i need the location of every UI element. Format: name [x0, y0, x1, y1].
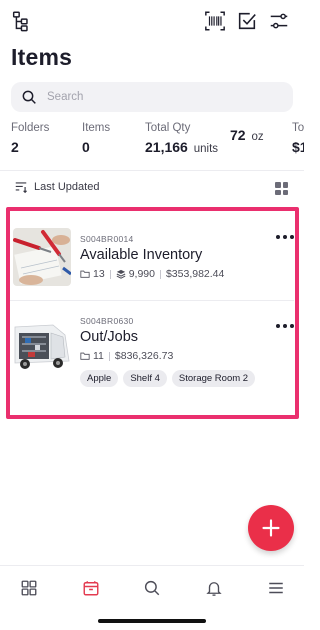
filter-sliders-icon[interactable] [267, 9, 291, 33]
item-folder-count: 13 [93, 268, 105, 280]
stat-label: To [292, 122, 304, 134]
item-value: $353,982.44 [165, 268, 225, 280]
tag-chip[interactable]: Storage Room 2 [171, 370, 256, 387]
page-title: Items [11, 44, 73, 70]
item-thumbnail [13, 228, 71, 286]
top-bar [0, 0, 304, 40]
tag-chip[interactable]: Shelf 4 [123, 370, 167, 387]
stat-folders: Folders 2 [11, 122, 49, 155]
folder-icon [80, 352, 90, 360]
items-icon[interactable] [81, 578, 101, 598]
stat-unit: oz [251, 131, 264, 143]
stat-value: 72 oz [230, 127, 264, 143]
item-quantity: 9,990 [128, 268, 155, 280]
item-details: S004BR0630 Out/Jobs 11 $836,326.73 Apple… [80, 316, 270, 387]
stat-label: Items [82, 122, 111, 134]
stat-unit: units [193, 143, 219, 155]
stat-label: Total Qty [145, 122, 191, 134]
item-folder-count: 11 [93, 350, 104, 362]
item-meta: 11 $836,326.73 [80, 350, 270, 362]
menu-icon[interactable] [266, 578, 286, 598]
sort-label: Last Updated [34, 181, 100, 193]
bottom-nav [0, 565, 304, 611]
divider [0, 170, 304, 171]
search-input[interactable] [47, 91, 277, 103]
item-sku: S004BR0630 [80, 316, 134, 326]
stat-number: 72 [230, 127, 246, 143]
stat-total-weight: 72 oz [230, 122, 264, 143]
summary-stats: Folders 2 Items 0 Total Qty 21,166 units… [0, 122, 304, 166]
more-options-icon[interactable] [276, 321, 294, 331]
stat-value: 0 [82, 139, 90, 155]
meta-separator [108, 351, 110, 361]
notifications-icon[interactable] [204, 578, 224, 598]
item-thumbnail [13, 317, 71, 375]
item-name: Available Inventory [80, 247, 203, 263]
search-icon[interactable] [142, 578, 162, 598]
item-meta: 13 9,990 $353,982.44 [80, 268, 270, 280]
stat-value: $1 [292, 139, 304, 155]
stat-total-qty: Total Qty 21,166 units [145, 122, 218, 155]
dashboard-icon[interactable] [19, 578, 39, 598]
stat-value: 21,166 units [145, 139, 218, 155]
item-value: $836,326.73 [114, 350, 174, 362]
item-tags: Apple Shelf 4 Storage Room 2 [80, 370, 270, 387]
stat-number: 21,166 [145, 139, 188, 155]
search-bar[interactable] [11, 82, 293, 112]
list-item[interactable]: S004BR0014 Available Inventory 13 9,990 … [10, 222, 294, 300]
plus-icon [262, 519, 280, 537]
tag-chip[interactable]: Apple [80, 370, 119, 387]
sort-button[interactable]: Last Updated [14, 180, 99, 194]
item-details: S004BR0014 Available Inventory 13 9,990 … [80, 234, 270, 280]
stat-label: Folders [11, 122, 50, 134]
grid-view-icon[interactable] [275, 182, 288, 195]
stat-value: 2 [11, 139, 19, 155]
hierarchy-icon[interactable] [9, 9, 33, 33]
checklist-icon[interactable] [235, 9, 259, 33]
search-icon [22, 90, 36, 104]
sort-icon [15, 182, 27, 194]
item-sku: S004BR0014 [80, 234, 134, 244]
item-name: Out/Jobs [80, 329, 139, 345]
stack-icon [116, 269, 126, 279]
more-options-icon[interactable] [276, 232, 294, 242]
stat-total-value: To $1 [292, 122, 304, 155]
meta-separator [109, 269, 111, 279]
barcode-scan-icon[interactable] [203, 9, 227, 33]
home-indicator [98, 619, 206, 623]
stat-items: Items 0 [82, 122, 110, 155]
folder-icon [80, 270, 90, 278]
add-item-button[interactable] [248, 505, 294, 551]
meta-separator [159, 269, 161, 279]
list-item[interactable]: S004BR0630 Out/Jobs 11 $836,326.73 Apple… [10, 300, 294, 412]
